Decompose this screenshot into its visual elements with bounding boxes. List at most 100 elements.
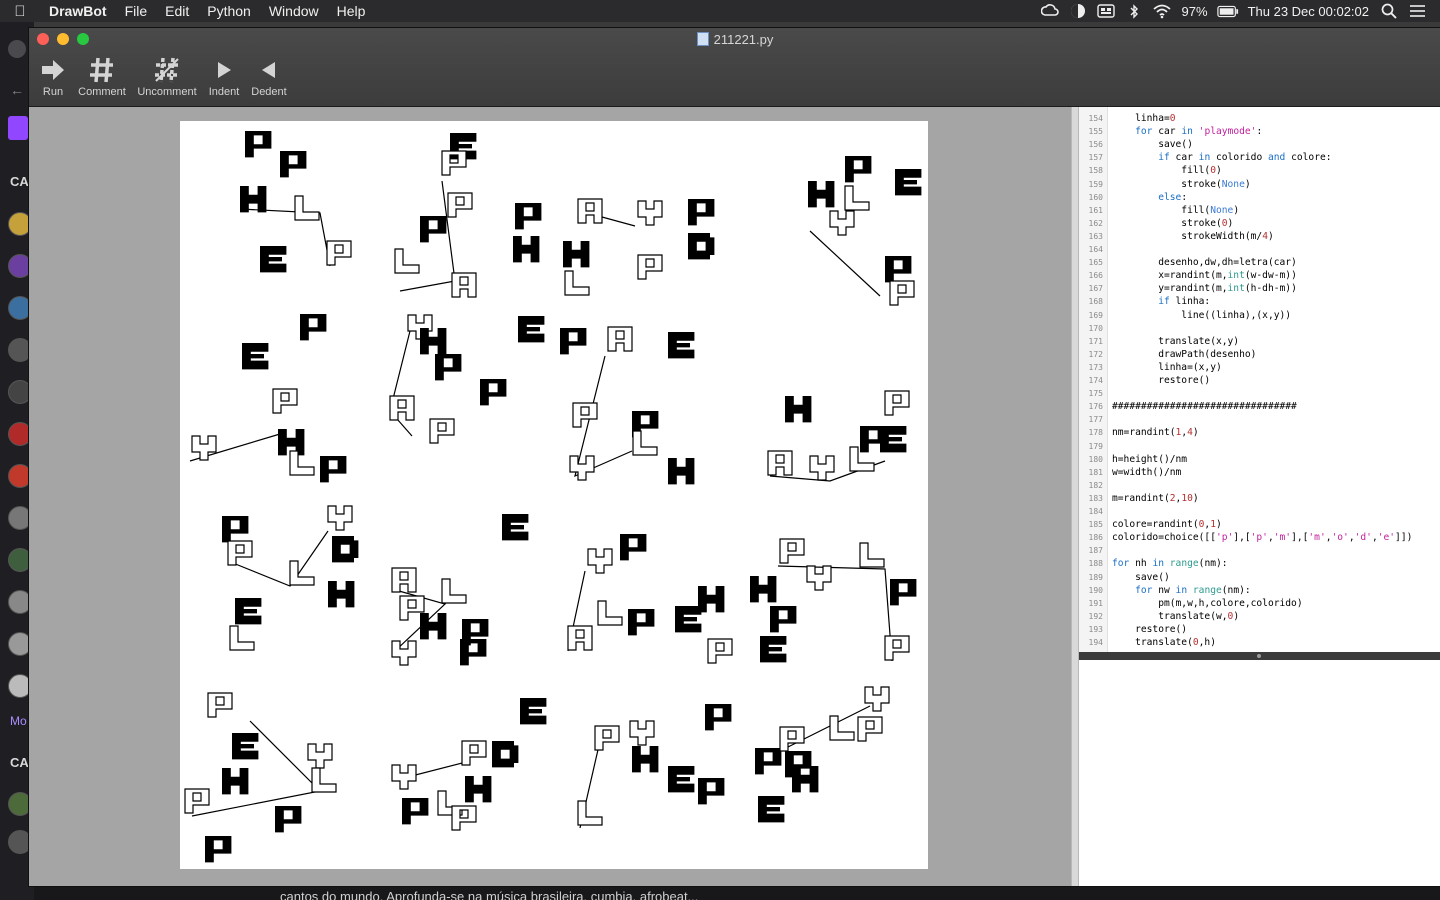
output-console[interactable] bbox=[1079, 660, 1440, 886]
code-line[interactable]: 187 bbox=[1079, 544, 1112, 557]
code-line[interactable]: 168 if linha: bbox=[1079, 295, 1211, 308]
glyph-e bbox=[232, 733, 259, 760]
code-line[interactable]: 175 bbox=[1079, 387, 1112, 400]
code-line[interactable]: 163 strokeWidth(m/4) bbox=[1079, 230, 1274, 243]
run-button[interactable]: Run bbox=[37, 54, 69, 98]
code-line[interactable]: 166 x=randint(m,int(w-dw-m)) bbox=[1079, 269, 1297, 282]
connector-line bbox=[809, 230, 881, 297]
code-line[interactable]: 160 else: bbox=[1079, 191, 1188, 204]
night-shift-icon[interactable] bbox=[1067, 4, 1089, 18]
code-text: restore() bbox=[1112, 623, 1188, 635]
glyph-u bbox=[391, 640, 417, 666]
code-line[interactable]: 185 colore=randint(0,1) bbox=[1079, 518, 1222, 531]
menu-python[interactable]: Python bbox=[198, 0, 260, 22]
triangle-left-icon bbox=[248, 54, 290, 86]
code-line[interactable]: 156 save() bbox=[1079, 138, 1193, 151]
line-number: 173 bbox=[1088, 362, 1103, 372]
glyph-p bbox=[441, 150, 467, 176]
code-text: m=randint(2,10) bbox=[1112, 492, 1199, 504]
glyph-h bbox=[668, 458, 695, 485]
code-line[interactable]: 154 linha=0 bbox=[1079, 112, 1176, 125]
code-line[interactable]: 171 translate(x,y) bbox=[1079, 335, 1240, 348]
twitch-logo-icon bbox=[8, 116, 28, 140]
code-line[interactable]: 188 for nh in range(nm): bbox=[1079, 557, 1228, 570]
uncomment-button[interactable]: Uncomment bbox=[134, 54, 200, 98]
glyph-e bbox=[242, 343, 269, 370]
glyph-p bbox=[320, 456, 347, 483]
code-line[interactable]: 194 translate(0,h) bbox=[1079, 636, 1216, 649]
code-line[interactable]: 189 save() bbox=[1079, 571, 1170, 584]
code-line[interactable]: 161 fill(None) bbox=[1079, 204, 1240, 217]
glyph-p bbox=[184, 788, 210, 814]
code-line[interactable]: 170 bbox=[1079, 322, 1112, 335]
code-line[interactable]: 169 line((linha),(x,y)) bbox=[1079, 309, 1292, 322]
battery-icon[interactable] bbox=[1216, 4, 1239, 18]
glyph-l bbox=[859, 542, 885, 568]
sidebar-header: CA bbox=[10, 755, 29, 770]
code-line[interactable]: 158 fill(0) bbox=[1079, 164, 1222, 177]
spotlight-search-icon[interactable] bbox=[1378, 3, 1400, 19]
apple-menu-icon[interactable]:  bbox=[0, 3, 40, 20]
vertical-split-handle[interactable] bbox=[1071, 107, 1079, 886]
code-line[interactable]: 173 linha=(x,y) bbox=[1079, 361, 1222, 374]
code-line[interactable]: 179 bbox=[1079, 440, 1112, 453]
menu-app-name[interactable]: DrawBot bbox=[40, 0, 116, 22]
horizontal-split-handle[interactable] bbox=[1079, 652, 1440, 660]
bluetooth-icon[interactable] bbox=[1123, 3, 1145, 19]
line-number: 166 bbox=[1088, 271, 1103, 281]
run-arrow-icon bbox=[37, 54, 69, 86]
code-line[interactable]: 177 bbox=[1079, 413, 1112, 426]
code-line[interactable]: 178 nm=randint(1,4) bbox=[1079, 426, 1199, 439]
glyph-l bbox=[441, 578, 467, 604]
glyph-p bbox=[447, 192, 473, 218]
glyph-u bbox=[629, 720, 655, 746]
code-line[interactable]: 174 restore() bbox=[1079, 374, 1211, 387]
line-number: 160 bbox=[1088, 192, 1103, 202]
wifi-icon[interactable] bbox=[1151, 4, 1173, 18]
code-line[interactable]: 172 drawPath(desenho) bbox=[1079, 348, 1257, 361]
code-line[interactable]: 159 stroke(None) bbox=[1079, 178, 1251, 191]
code-editor[interactable]: 154 linha=0 155 for car in 'playmode': 156… bbox=[1079, 107, 1440, 652]
glyph-h bbox=[328, 581, 355, 608]
menu-extra-icon[interactable] bbox=[1095, 4, 1117, 18]
line-number: 155 bbox=[1088, 127, 1103, 137]
line-number: 154 bbox=[1088, 114, 1103, 123]
creative-cloud-icon[interactable] bbox=[1039, 4, 1061, 18]
menu-file[interactable]: File bbox=[116, 0, 157, 22]
dedent-button[interactable]: Dedent bbox=[248, 54, 290, 98]
menu-window[interactable]: Window bbox=[260, 0, 328, 22]
code-line[interactable]: 180 h=height()/nm bbox=[1079, 453, 1188, 466]
code-line[interactable]: 167 y=randint(m,int(h-dh-m)) bbox=[1079, 282, 1297, 295]
code-line[interactable]: 191 pm(m,w,h,colore,colorido) bbox=[1079, 597, 1303, 610]
glyph-l bbox=[577, 800, 603, 826]
glyph-h bbox=[698, 586, 725, 613]
indent-button[interactable]: Indent bbox=[205, 54, 243, 98]
code-line[interactable]: 192 translate(w,0) bbox=[1079, 610, 1240, 623]
code-line[interactable]: 164 bbox=[1079, 243, 1112, 256]
menu-edit[interactable]: Edit bbox=[156, 0, 198, 22]
code-line[interactable]: 155 for car in 'playmode': bbox=[1079, 125, 1263, 138]
glyph-l bbox=[229, 625, 255, 651]
code-line[interactable]: 184 bbox=[1079, 505, 1112, 518]
line-number: 181 bbox=[1088, 467, 1103, 477]
comment-button[interactable]: Comment bbox=[75, 54, 129, 98]
code-line[interactable]: 176 ################################ bbox=[1079, 400, 1297, 413]
drawing-view[interactable] bbox=[29, 107, 1071, 886]
code-line[interactable]: 162 stroke(0) bbox=[1079, 217, 1234, 230]
menu-help[interactable]: Help bbox=[328, 0, 375, 22]
code-line[interactable]: 186 colorido=choice([['p'],['p','m'],['m'… bbox=[1079, 531, 1413, 544]
glyph-p bbox=[845, 156, 872, 183]
code-line[interactable]: 182 bbox=[1079, 479, 1112, 492]
glyph-e bbox=[675, 606, 702, 633]
menu-clock[interactable]: Thu 23 Dec 00:02:02 bbox=[1242, 4, 1375, 19]
code-line[interactable]: 165 desenho,dw,dh=letra(car) bbox=[1079, 256, 1297, 269]
code-text: translate(0,h) bbox=[1112, 637, 1216, 648]
code-line[interactable]: 193 restore() bbox=[1079, 623, 1188, 636]
code-line[interactable]: 183 m=randint(2,10) bbox=[1079, 492, 1199, 505]
code-line[interactable]: 190 for nw in range(nm): bbox=[1079, 584, 1251, 597]
drawing-page[interactable] bbox=[180, 121, 928, 869]
code-line[interactable]: 181 w=width()/nm bbox=[1079, 466, 1182, 479]
comment-label: Comment bbox=[78, 86, 126, 98]
control-center-icon[interactable] bbox=[1406, 4, 1428, 18]
code-line[interactable]: 157 if car in colorido and colore: bbox=[1079, 151, 1332, 164]
